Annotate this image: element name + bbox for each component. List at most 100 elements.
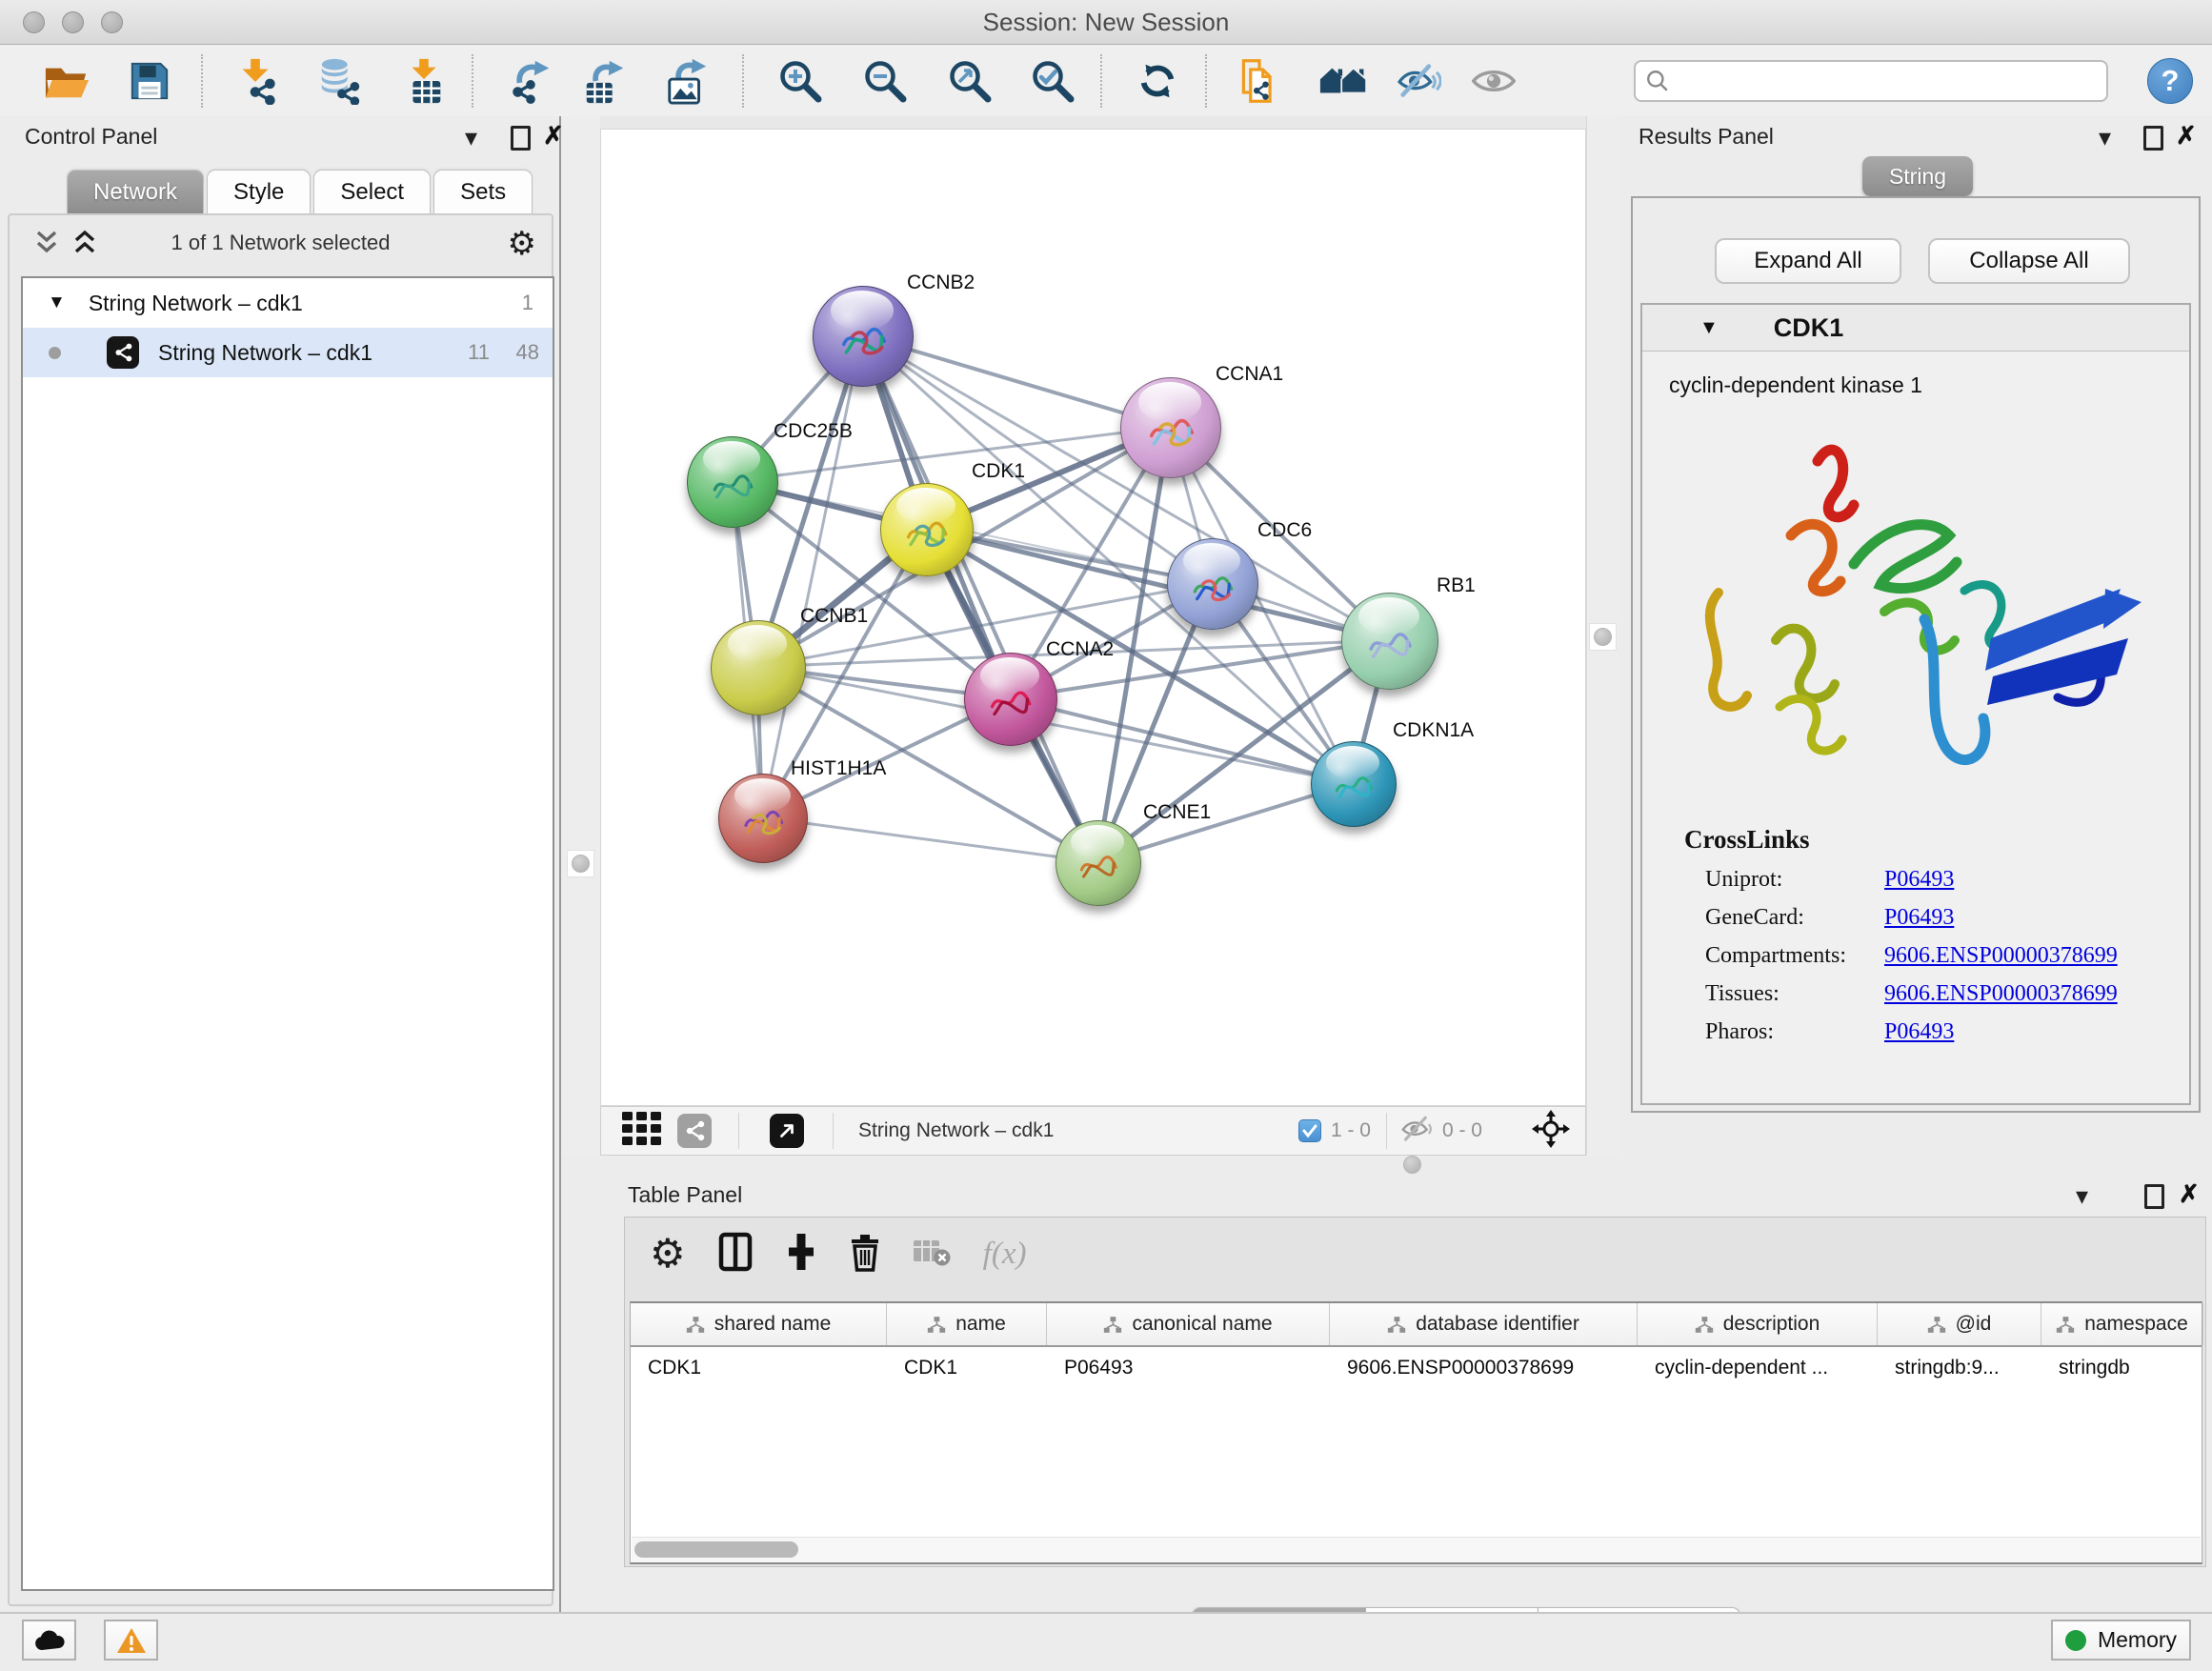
collection-expander-icon[interactable]: ▼	[48, 292, 66, 313]
export-image-icon[interactable]	[664, 56, 712, 106]
birds-eye-view-icon[interactable]	[1532, 1110, 1570, 1153]
gene-section-header[interactable]: ▼ CDK1	[1642, 305, 2189, 352]
table-cell-namespace[interactable]: stringdb	[2041, 1347, 2203, 1389]
column-header-id[interactable]: @id	[1878, 1303, 2041, 1345]
string-document-icon[interactable]	[1236, 56, 1283, 106]
splitter-grip[interactable]	[1399, 1152, 1425, 1178]
open-external-icon[interactable]	[770, 1114, 804, 1148]
show-columns-icon[interactable]	[718, 1232, 753, 1277]
panel-collapse-icon[interactable]: ▾	[2099, 128, 2111, 147]
panel-collapse-icon[interactable]: ▾	[465, 128, 477, 147]
network-node-label-ccna2: CCNA2	[1046, 638, 1114, 661]
export-network-icon[interactable]	[507, 56, 554, 106]
network-node-ccnb2[interactable]	[813, 286, 914, 387]
network-node-ccna1[interactable]	[1120, 377, 1221, 478]
splitter-grip[interactable]	[567, 850, 594, 877]
cloud-status-button[interactable]	[22, 1620, 76, 1661]
help-button[interactable]: ?	[2147, 58, 2193, 104]
crosslink-link-genecard[interactable]: P06493	[1884, 905, 1954, 931]
right-panel-splitter[interactable]	[1586, 116, 1619, 1156]
table-panel-splitter[interactable]	[561, 1156, 2212, 1175]
panel-close-icon[interactable]: ✗	[2179, 1182, 2200, 1205]
network-node-ccnb1[interactable]	[711, 620, 806, 715]
delete-column-icon[interactable]	[850, 1232, 880, 1277]
panel-float-icon[interactable]	[2143, 126, 2163, 151]
crosslink-link-compartments[interactable]: 9606.ENSP00000378699	[1884, 943, 2118, 969]
refresh-icon[interactable]	[1134, 56, 1181, 106]
network-node-cdc25b[interactable]	[687, 436, 778, 528]
table-horizontal-scrollbar[interactable]	[632, 1537, 2201, 1562]
panel-close-icon[interactable]: ✗	[2176, 124, 2197, 147]
network-node-cdkn1a[interactable]	[1311, 741, 1397, 827]
zoom-in-icon[interactable]	[776, 56, 824, 106]
zoom-fit-icon[interactable]	[946, 56, 994, 106]
column-header-name[interactable]: name	[887, 1303, 1047, 1345]
network-node-ccna2[interactable]	[964, 653, 1057, 746]
scrollbar-thumb[interactable]	[634, 1541, 798, 1558]
zoom-selected-icon[interactable]	[1029, 56, 1076, 106]
control-tab-select[interactable]: Select	[313, 170, 431, 214]
import-network-from-database-icon[interactable]	[316, 56, 364, 106]
zoom-out-icon[interactable]	[861, 56, 909, 106]
crosslink-link-uniprot[interactable]: P06493	[1884, 867, 1954, 893]
table-cell-name[interactable]: CDK1	[887, 1347, 1047, 1389]
table-options-gear-icon[interactable]: ⚙	[650, 1233, 686, 1275]
table-cell-shared-name[interactable]: CDK1	[631, 1347, 887, 1389]
table-row[interactable]: CDK1CDK1P064939606.ENSP00000378699cyclin…	[631, 1347, 2202, 1389]
network-node-cdc6[interactable]	[1167, 538, 1258, 630]
table-cell-description[interactable]: cyclin-dependent ...	[1638, 1347, 1878, 1389]
add-column-icon[interactable]	[785, 1232, 817, 1277]
export-table-icon[interactable]	[581, 56, 629, 106]
import-network-icon[interactable]	[231, 56, 279, 106]
table-cell-database-identifier[interactable]: 9606.ENSP00000378699	[1330, 1347, 1638, 1389]
panel-collapse-icon[interactable]: ▾	[2076, 1186, 2088, 1205]
table-cell-canonical-name[interactable]: P06493	[1047, 1347, 1330, 1389]
network-node-hist1h1a[interactable]	[718, 774, 808, 863]
network-node-ccne1[interactable]	[1056, 820, 1141, 906]
network-selection-summary: 1 of 1 Network selected	[10, 231, 552, 255]
column-header-database-identifier[interactable]: database identifier	[1330, 1303, 1638, 1345]
tab-string[interactable]: String	[1862, 156, 1973, 196]
control-tab-sets[interactable]: Sets	[433, 170, 533, 214]
network-row-selected[interactable]: String Network – cdk1 11 48	[23, 328, 553, 377]
network-collection-row[interactable]: ▼ String Network – cdk1 1	[23, 278, 553, 328]
network-node-label-rb1: RB1	[1437, 574, 1476, 597]
crosslink-row-pharos: Pharos:P06493	[1705, 1019, 2189, 1045]
table-cell-id[interactable]: stringdb:9...	[1878, 1347, 2041, 1389]
panel-float-icon[interactable]	[511, 126, 531, 151]
hide-selected-icon[interactable]	[1395, 56, 1442, 106]
import-table-icon[interactable]	[400, 56, 448, 106]
crosslink-link-pharos[interactable]: P06493	[1884, 1019, 1954, 1045]
column-header-shared-name[interactable]: shared name	[631, 1303, 887, 1345]
panel-float-icon[interactable]	[2144, 1184, 2164, 1209]
home-networks-icon[interactable]	[1319, 56, 1367, 106]
collapse-all-button[interactable]: Collapse All	[1928, 238, 2130, 284]
column-header-description[interactable]: description	[1638, 1303, 1878, 1345]
warning-status-button[interactable]	[104, 1620, 158, 1661]
column-header-canonical-name[interactable]: canonical name	[1047, 1303, 1330, 1345]
control-tab-network[interactable]: Network	[67, 170, 204, 214]
memory-button[interactable]: Memory	[2051, 1620, 2191, 1661]
window-title: Session: New Session	[0, 8, 2212, 37]
splitter-grip[interactable]	[1589, 623, 1617, 651]
crosslink-link-tissues[interactable]: 9606.ENSP00000378699	[1884, 981, 2118, 1007]
protein-thumbnail	[701, 459, 764, 514]
search-input[interactable]	[1678, 68, 2097, 94]
selected-nodes-checkbox[interactable]	[1298, 1119, 1321, 1142]
title-bar: Session: New Session	[0, 0, 2212, 45]
expand-all-button[interactable]: Expand All	[1715, 238, 1901, 284]
grid-view-icon[interactable]	[620, 1111, 664, 1152]
control-panel-title: Control Panel	[25, 124, 157, 150]
open-session-icon[interactable]	[43, 56, 90, 106]
network-node-cdk1[interactable]	[880, 483, 974, 576]
section-expander-icon[interactable]: ▼	[1699, 317, 1719, 339]
network-canvas[interactable]: CCNB2CCNA1CDC25BCDK1CDC6RB1CCNB1CCNA2CDK…	[600, 129, 1586, 1106]
network-node-rb1[interactable]	[1341, 593, 1438, 690]
column-header-namespace[interactable]: namespace	[2041, 1303, 2203, 1345]
network-badge-icon[interactable]	[677, 1114, 712, 1148]
left-panel-splitter[interactable]	[561, 116, 601, 1156]
search-box[interactable]	[1634, 60, 2108, 102]
network-options-gear-icon[interactable]: ⚙	[508, 225, 536, 263]
save-session-icon[interactable]	[126, 56, 173, 106]
control-tab-style[interactable]: Style	[207, 170, 311, 214]
